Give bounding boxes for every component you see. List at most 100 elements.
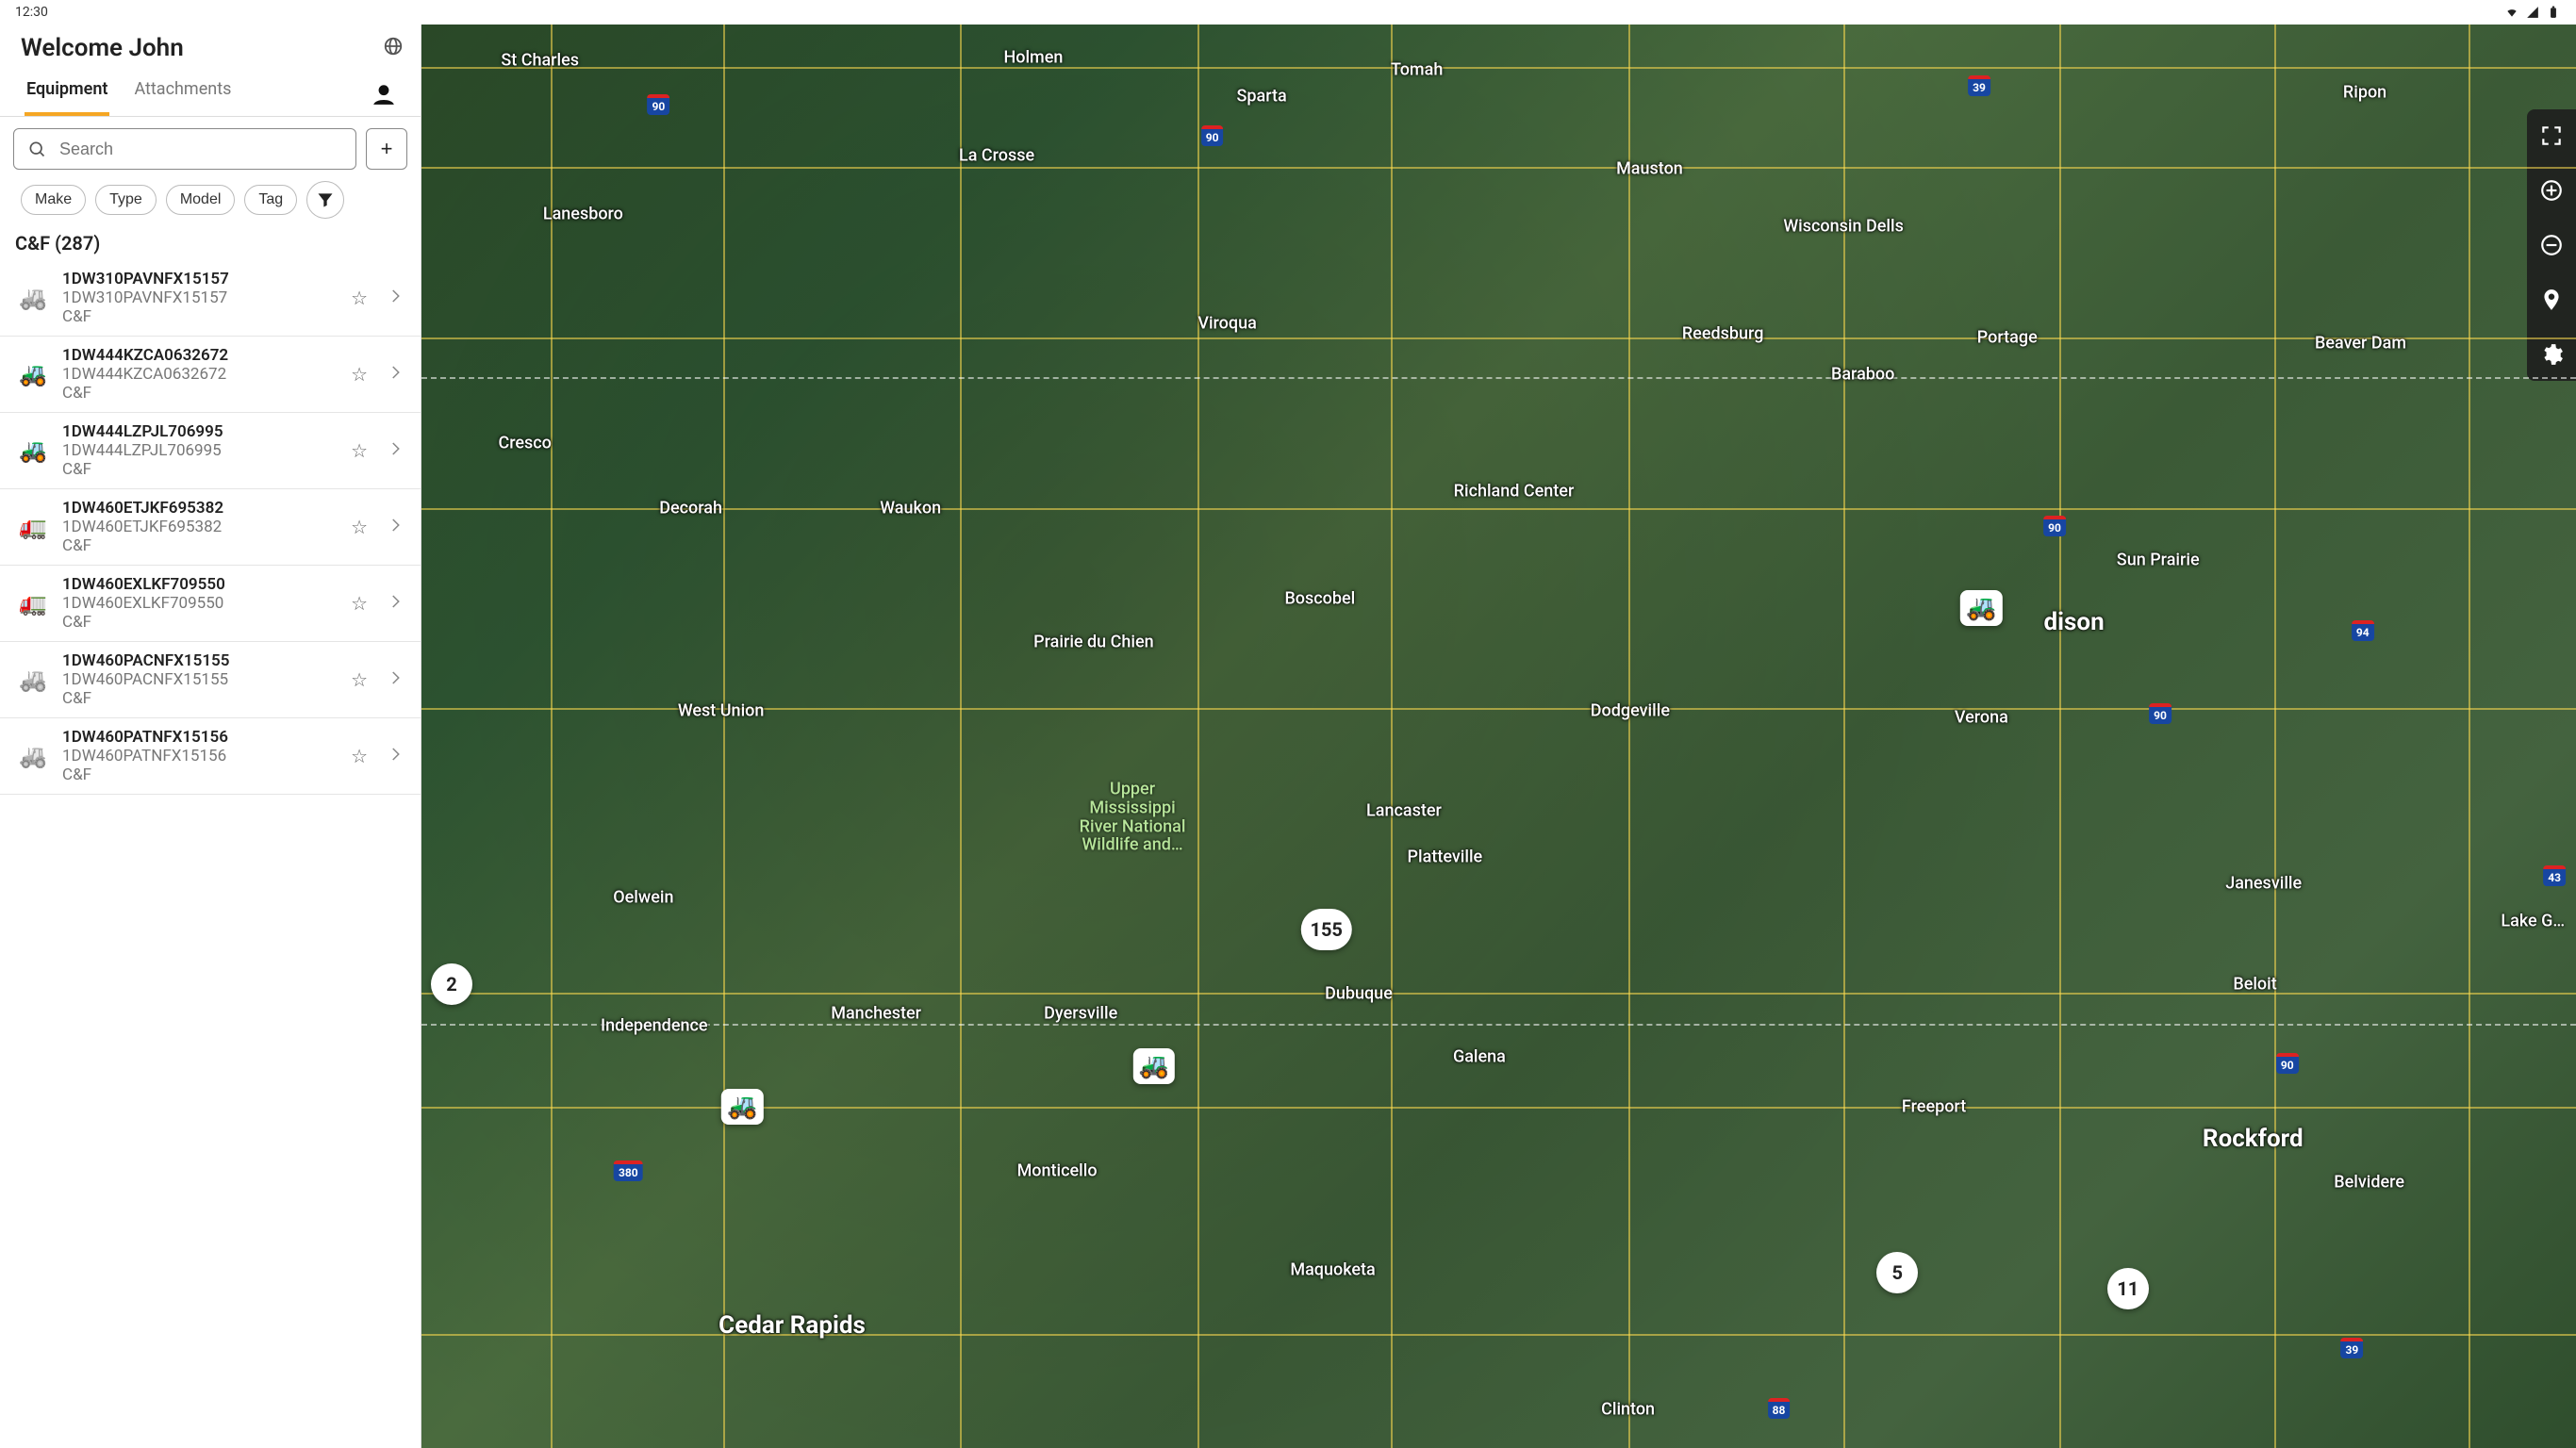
city-label: Platteville <box>1408 847 1483 867</box>
star-icon[interactable]: ☆ <box>347 283 372 313</box>
cluster-marker[interactable]: 11 <box>2107 1268 2149 1309</box>
road-line <box>551 25 553 1448</box>
city-label: Tomah <box>1391 60 1443 80</box>
city-label: Belvidere <box>2334 1172 2404 1192</box>
chevron-right-icon[interactable] <box>383 360 407 388</box>
highway-shield: 90 <box>647 94 669 115</box>
city-label: Dyersville <box>1044 1004 1117 1024</box>
status-bar: 12:30 <box>0 0 2576 25</box>
add-button[interactable]: + <box>366 128 407 170</box>
filter-chip-make[interactable]: Make <box>21 185 86 215</box>
tab-equipment[interactable]: Equipment <box>25 72 109 116</box>
item-text: 1DW460ETJKF6953821DW460ETJKF695382C&F <box>62 499 336 555</box>
equipment-list[interactable]: 🚜1DW310PAVNFX151571DW310PAVNFX15157C&F☆🚜… <box>0 260 421 1448</box>
equipment-marker[interactable]: 🚜 <box>1133 1048 1175 1084</box>
highway-shield: 43 <box>2543 865 2566 886</box>
list-item[interactable]: 🚜1DW310PAVNFX151571DW310PAVNFX15157C&F☆ <box>0 260 421 337</box>
fullscreen-button[interactable] <box>2533 117 2570 155</box>
item-text: 1DW444LZPJL7069951DW444LZPJL706995C&F <box>62 422 336 479</box>
city-label: Rockford <box>2203 1125 2304 1153</box>
city-label: Sparta <box>1237 86 1287 106</box>
state-line <box>421 1024 2576 1026</box>
globe-icon[interactable] <box>383 36 404 57</box>
chevron-right-icon[interactable] <box>383 513 407 541</box>
locate-button[interactable] <box>2533 281 2570 319</box>
city-label: Prairie du Chien <box>1033 633 1154 652</box>
equipment-org: C&F <box>62 689 336 708</box>
list-item[interactable]: 🚜1DW444KZCA06326721DW444KZCA0632672C&F☆ <box>0 337 421 413</box>
item-text: 1DW460PATNFX151561DW460PATNFX15156C&F <box>62 728 336 784</box>
equipment-name: 1DW310PAVNFX15157 <box>62 270 336 288</box>
tab-attachments[interactable]: Attachments <box>132 72 233 116</box>
map-settings-button[interactable] <box>2533 336 2570 373</box>
equipment-icon: 🚛 <box>15 589 51 617</box>
road-line <box>421 67 2576 69</box>
list-item[interactable]: 🚜1DW460PACNFX151551DW460PACNFX15155C&F☆ <box>0 642 421 718</box>
equipment-serial: 1DW460PACNFX15155 <box>62 670 336 689</box>
equipment-marker[interactable]: 🚜 <box>1960 590 2002 626</box>
highway-shield: 380 <box>614 1160 643 1181</box>
equipment-org: C&F <box>62 460 336 479</box>
item-text: 1DW444KZCA06326721DW444KZCA0632672C&F <box>62 346 336 403</box>
star-icon[interactable]: ☆ <box>347 588 372 618</box>
star-icon[interactable]: ☆ <box>347 436 372 466</box>
cluster-marker[interactable]: 5 <box>1876 1252 1918 1293</box>
item-text: 1DW310PAVNFX151571DW310PAVNFX15157C&F <box>62 270 336 326</box>
equipment-marker[interactable]: 🚜 <box>721 1089 763 1125</box>
road-line <box>2274 25 2276 1448</box>
chevron-right-icon[interactable] <box>383 436 407 465</box>
search-input[interactable] <box>59 140 342 159</box>
city-label: Cresco <box>498 433 551 452</box>
filter-chips: Make Type Model Tag <box>0 181 421 230</box>
equipment-org: C&F <box>62 307 336 326</box>
zoom-in-button[interactable] <box>2533 172 2570 209</box>
filter-chip-model[interactable]: Model <box>166 185 236 215</box>
city-label: West Union <box>678 700 765 720</box>
chevron-right-icon[interactable] <box>383 666 407 694</box>
city-label: La Crosse <box>959 145 1034 165</box>
star-icon[interactable]: ☆ <box>347 512 372 542</box>
welcome-title: Welcome John <box>21 34 400 62</box>
list-item[interactable]: 🚛1DW460ETJKF6953821DW460ETJKF695382C&F☆ <box>0 489 421 566</box>
tabs: Equipment Attachments <box>25 72 233 116</box>
star-icon[interactable]: ☆ <box>347 741 372 771</box>
filter-button[interactable] <box>306 181 344 219</box>
filter-chip-type[interactable]: Type <box>95 185 157 215</box>
city-label: Holmen <box>1003 47 1063 67</box>
park-label: UpperMississippiRiver NationalWildlife a… <box>1080 780 1186 854</box>
equipment-name: 1DW444LZPJL706995 <box>62 422 336 441</box>
cluster-marker[interactable]: 155 <box>1300 909 1351 950</box>
chevron-right-icon[interactable] <box>383 284 407 312</box>
star-icon[interactable]: ☆ <box>347 359 372 389</box>
wifi-icon <box>2504 6 2519 19</box>
zoom-out-button[interactable] <box>2533 226 2570 264</box>
equipment-name: 1DW444KZCA0632672 <box>62 346 336 365</box>
road-line <box>1197 25 1199 1448</box>
city-label: Reedsburg <box>1682 323 1764 343</box>
highway-shield: 90 <box>2276 1053 2299 1074</box>
list-item[interactable]: 🚜1DW444LZPJL7069951DW444LZPJL706995C&F☆ <box>0 413 421 489</box>
equipment-name: 1DW460EXLKF709550 <box>62 575 336 594</box>
status-time: 12:30 <box>15 5 48 20</box>
profile-icon[interactable] <box>372 82 396 107</box>
map-controls <box>2527 109 2576 381</box>
list-item[interactable]: 🚜1DW460PATNFX151561DW460PATNFX15156C&F☆ <box>0 718 421 795</box>
chevron-right-icon[interactable] <box>383 742 407 770</box>
filter-chip-tag[interactable]: Tag <box>244 185 297 215</box>
city-label: Monticello <box>1017 1160 1098 1180</box>
equipment-icon: 🚜 <box>15 436 51 465</box>
search-input-container[interactable] <box>13 128 356 170</box>
road-line <box>1391 25 1393 1448</box>
city-label: Beaver Dam <box>2315 334 2406 354</box>
map[interactable]: St CharlesHolmenTomahRiponSpartaLa Cross… <box>421 25 2576 1448</box>
list-item[interactable]: 🚛1DW460EXLKF7095501DW460EXLKF709550C&F☆ <box>0 566 421 642</box>
star-icon[interactable]: ☆ <box>347 665 372 695</box>
cluster-marker[interactable]: 2 <box>431 963 472 1005</box>
equipment-serial: 1DW444LZPJL706995 <box>62 441 336 460</box>
city-label: Galena <box>1453 1046 1506 1066</box>
cell-signal-icon <box>2525 6 2540 19</box>
item-text: 1DW460PACNFX151551DW460PACNFX15155C&F <box>62 651 336 708</box>
chevron-right-icon[interactable] <box>383 589 407 617</box>
equipment-serial: 1DW444KZCA0632672 <box>62 365 336 384</box>
equipment-serial: 1DW460PATNFX15156 <box>62 747 336 765</box>
